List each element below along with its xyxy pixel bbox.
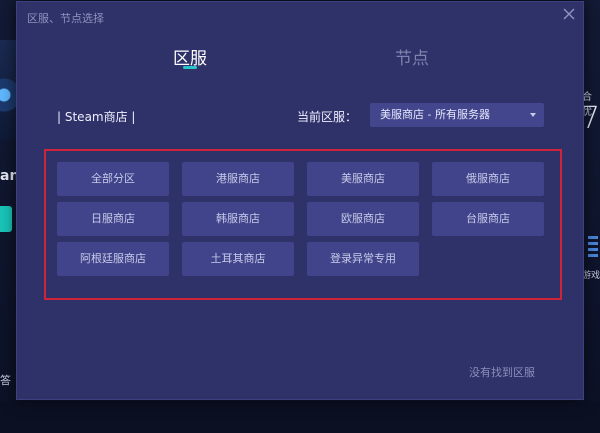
background-footer (0, 401, 600, 433)
region-button-tr[interactable]: 土耳其商店 (182, 242, 294, 276)
current-region-value: 美服商店 - 所有服务器 (380, 108, 490, 121)
background-right-caption: 游戏 (582, 271, 600, 281)
region-button-all[interactable]: 全部分区 (57, 162, 169, 196)
tab-node[interactable]: 节点 (395, 44, 429, 69)
active-tab-indicator (183, 66, 197, 69)
current-region-label: 当前区服： (297, 110, 358, 124)
region-button-login-issue[interactable]: 登录异常专用 (307, 242, 419, 276)
signal-bars-icon (588, 236, 598, 260)
close-button[interactable] (561, 6, 577, 22)
dialog-title: 区服、节点选择 (27, 12, 104, 25)
region-button-tw[interactable]: 台服商店 (432, 202, 544, 236)
chevron-down-icon (530, 113, 536, 117)
store-label: | Steam商店 | (57, 110, 136, 124)
current-region-select[interactable]: 美服商店 - 所有服务器 (370, 103, 544, 127)
background-label: 答 (0, 374, 11, 387)
background-action-button (0, 206, 12, 232)
region-node-dialog: 区服、节点选择 区服 节点 | Steam商店 | 当前区服： 美服商店 - 所… (16, 1, 584, 400)
region-button-eu[interactable]: 欧服商店 (307, 202, 419, 236)
close-icon (563, 8, 575, 20)
region-button-ru[interactable]: 俄服商店 (432, 162, 544, 196)
region-button-hk[interactable]: 港服商店 (182, 162, 294, 196)
region-button-jp[interactable]: 日服商店 (57, 202, 169, 236)
region-not-found-link[interactable]: 没有找到区服 (469, 364, 535, 380)
region-button-kr[interactable]: 韩服商店 (182, 202, 294, 236)
region-button-us[interactable]: 美服商店 (307, 162, 419, 196)
region-button-ar[interactable]: 阿根廷服商店 (57, 242, 169, 276)
background-right-panel: 合优 7 游戏 (581, 0, 600, 433)
